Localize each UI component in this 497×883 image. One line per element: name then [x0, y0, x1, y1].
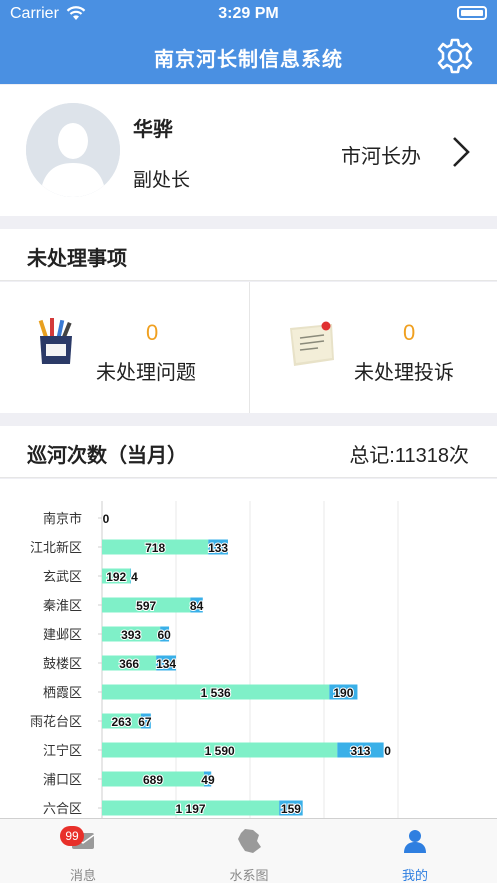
user-role: 副处长: [133, 170, 191, 191]
bar-value-label: 718: [145, 541, 165, 555]
tab-water-map-label: 水系图: [229, 868, 269, 883]
bar-value-label: 689: [143, 773, 163, 787]
bar-value-label: 313: [350, 744, 370, 758]
profile-card[interactable]: 华骅 副处长 市河长办: [0, 85, 497, 216]
todo-title: 未处理事项: [27, 248, 127, 270]
category-label: 雨花台区: [30, 714, 82, 729]
patrol-chart: 南京市 0 江北新区 718 133 玄武区 192 4 秦淮区 597 84 建邺区 393 60 鼓楼区…: [0, 479, 497, 819]
category-label: 六合区: [43, 801, 82, 816]
bar-value-label: 192: [106, 570, 126, 584]
bar-value-label: 67: [138, 715, 152, 729]
unprocessed-problems[interactable]: 0 未处理问题: [0, 282, 248, 413]
user-name: 华骅: [133, 119, 173, 141]
nav-bar: 南京河长制信息系统: [0, 28, 497, 84]
bar-value-label: 393: [121, 628, 141, 642]
category-label: 浦口区: [43, 772, 82, 787]
page-title: 南京河长制信息系统: [154, 49, 343, 71]
clock: 3:29 PM: [218, 5, 279, 22]
bar-value-label: 49: [201, 773, 215, 787]
bar-value-label: 0: [103, 512, 110, 526]
complaints-count: 0: [403, 320, 416, 345]
status-bar: Carrier 3:29 PM: [0, 0, 497, 28]
bar-value-label: 190: [333, 686, 353, 700]
memo-note-icon: [290, 321, 334, 366]
battery-icon: [457, 6, 487, 20]
category-label: 栖霞区: [43, 685, 82, 700]
patrol-title: 巡河次数（当月）: [27, 445, 187, 467]
patrol-header: 巡河次数（当月） 总记:11318次: [0, 426, 497, 478]
patrol-bar-chart: 南京市 0 江北新区 718 133 玄武区 192 4 秦淮区 597 84 建邺区 393 60 鼓楼区…: [30, 501, 399, 819]
tab-bar: 99 消息 水系图 我的: [0, 818, 497, 883]
bar-value-label: 1 590: [205, 744, 235, 758]
bar-value-label: 4: [131, 570, 138, 584]
category-label: 鼓楼区: [43, 656, 82, 671]
bar-value-label: 133: [208, 541, 228, 555]
chevron-right-icon[interactable]: [451, 135, 471, 169]
bar-value-label: 0: [384, 744, 391, 758]
bar-value-label: 159: [281, 802, 301, 816]
bar-value-label: 134: [156, 657, 176, 671]
category-label: 江北新区: [30, 540, 82, 555]
map-icon: [238, 829, 261, 853]
user-icon: [404, 830, 426, 853]
category-label: 玄武区: [43, 569, 82, 584]
category-label: 南京市: [43, 511, 82, 526]
bar-value-label: 366: [119, 657, 139, 671]
user-org: 市河长办: [341, 146, 421, 168]
tab-mine[interactable]: 我的: [332, 819, 497, 883]
pen-holder-icon: [38, 318, 72, 364]
tab-messages[interactable]: 99 消息: [0, 819, 166, 883]
complaints-label: 未处理投诉: [354, 362, 454, 384]
problems-count: 0: [146, 320, 159, 345]
todo-panel: 0 未处理问题 0 未处理投诉: [0, 282, 497, 413]
todo-header: 未处理事项: [0, 229, 497, 281]
bar-value-label: 1 197: [176, 802, 206, 816]
patrol-total: 总记:11318次: [349, 445, 469, 467]
category-label: 秦淮区: [43, 598, 82, 613]
avatar-placeholder-icon: [26, 103, 120, 197]
gear-icon[interactable]: [435, 36, 475, 76]
tab-mine-label: 我的: [401, 868, 428, 883]
bar-value-label: 1 536: [201, 686, 231, 700]
bar-value-label: 60: [157, 628, 171, 642]
avatar: [26, 103, 120, 197]
bar-value-label: 597: [136, 599, 156, 613]
problems-label: 未处理问题: [96, 362, 196, 384]
bar-value-label: 263: [111, 715, 131, 729]
category-label: 江宁区: [43, 743, 82, 758]
bar-value-label: 84: [190, 599, 204, 613]
category-label: 建邺区: [43, 627, 82, 642]
unprocessed-complaints[interactable]: 0 未处理投诉: [249, 282, 497, 413]
message-badge: 99: [60, 826, 84, 846]
tab-messages-label: 消息: [69, 868, 96, 883]
tab-water-map[interactable]: 水系图: [166, 819, 332, 883]
